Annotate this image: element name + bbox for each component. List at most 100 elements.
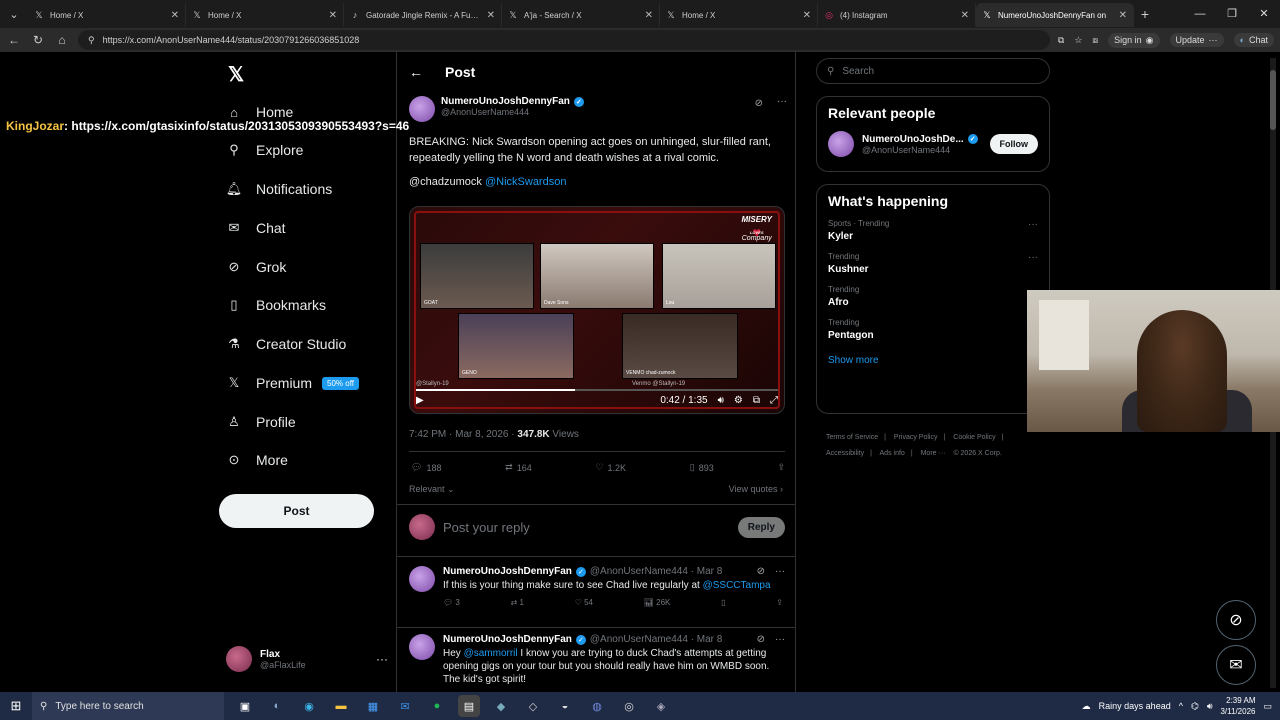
browser-tab[interactable]: ♪ Gatorade Jingle Remix - A Fun Tw ✕ <box>344 3 502 27</box>
task-view-icon[interactable]: ▣ <box>234 695 256 717</box>
grok-icon[interactable]: ⊘ <box>757 566 765 577</box>
nav-grok[interactable]: ⊘ Grok <box>226 259 287 275</box>
windows-start-icon[interactable]: ⊞ <box>0 698 32 714</box>
avatar[interactable] <box>409 96 435 122</box>
nav-home[interactable]: ⌂ Home <box>226 104 293 120</box>
nav-bookmarks[interactable]: ▯ Bookmarks <box>226 297 326 313</box>
file-explorer-icon[interactable]: ▬ <box>330 695 352 717</box>
notification-icon[interactable]: ▭ <box>1263 701 1272 712</box>
mail-app-icon[interactable]: ✉ <box>394 695 416 717</box>
browser-tab-active[interactable]: 𝕏 NumeroUnoJoshDennyFan on ✕ <box>976 3 1134 27</box>
nav-chat[interactable]: ✉ Chat <box>226 220 286 236</box>
views-action[interactable]: 📊︎ 26K <box>644 598 671 607</box>
update-button[interactable]: Update ··· <box>1169 33 1224 47</box>
reply-item[interactable]: NumeroUnoJoshDennyFan ✓ @AnonUserName444 ·… <box>409 566 785 607</box>
share-icon[interactable]: ⇪ <box>776 598 783 607</box>
avatar[interactable] <box>409 566 435 592</box>
more-icon[interactable]: ··· <box>775 634 785 645</box>
copilot-icon[interactable]: ◐ <box>266 695 288 717</box>
trend-item[interactable]: Trending Pentagon <box>828 318 1038 341</box>
favorite-star-icon[interactable]: ☆ <box>1074 35 1082 46</box>
home-icon[interactable]: ⌂ <box>54 33 70 47</box>
more-icon[interactable]: ··· <box>1028 252 1038 263</box>
share-icon[interactable]: ⇪ <box>777 462 785 473</box>
tab-menu-button[interactable]: ⌄ <box>0 0 28 28</box>
nav-explore[interactable]: ⚲ Explore <box>226 142 303 158</box>
browser-tab[interactable]: 𝕏 A'ja - Search / X ✕ <box>502 3 660 27</box>
nav-creator-studio[interactable]: ⚗ Creator Studio <box>226 336 346 352</box>
notepad-icon[interactable]: ▤ <box>458 695 480 717</box>
reply-button[interactable]: Reply <box>737 516 785 538</box>
nav-premium[interactable]: 𝕏 Premium 50% off <box>226 375 359 391</box>
mention-link[interactable]: @sammorril <box>464 648 518 659</box>
post-button[interactable]: Post <box>219 494 374 528</box>
discord-icon[interactable]: ◍ <box>586 695 608 717</box>
app-icon[interactable]: ◒ <box>554 695 576 717</box>
account-switcher[interactable]: Flax @aFlaxLife ··· <box>226 646 388 672</box>
bookmark-action[interactable]: ▯ 893 <box>690 462 714 473</box>
pip-icon[interactable]: ⧉ <box>753 395 760 406</box>
collections-icon[interactable]: ⧈ <box>1092 35 1098 46</box>
network-icon[interactable]: ⌬ <box>1191 701 1199 712</box>
obs-icon[interactable]: ◎ <box>618 695 640 717</box>
reply-action[interactable]: 💬︎ 188 <box>411 462 441 473</box>
back-arrow-icon[interactable]: ← <box>409 64 423 80</box>
taskbar-search[interactable]: ⚲ Type here to search <box>32 692 224 720</box>
avatar[interactable] <box>409 634 435 660</box>
close-icon[interactable]: ✕ <box>329 10 337 21</box>
sign-in-button[interactable]: Sign in ◉ <box>1108 32 1160 48</box>
window-close-button[interactable]: ✕ <box>1248 0 1280 28</box>
edge-icon[interactable]: ◉ <box>298 695 320 717</box>
close-icon[interactable]: ✕ <box>961 10 969 21</box>
chevron-up-icon[interactable]: ^ <box>1179 701 1183 711</box>
new-tab-button[interactable]: + <box>1134 6 1156 22</box>
copilot-chat-button[interactable]: ◐ Chat <box>1233 33 1274 47</box>
browser-tab[interactable]: 𝕏 Home / X ✕ <box>660 3 818 27</box>
close-icon[interactable]: ✕ <box>645 10 653 21</box>
sort-dropdown[interactable]: Relevant ⌄ <box>409 484 455 495</box>
clock[interactable]: 2:39 AM 3/11/2026 <box>1220 695 1255 717</box>
mention-link[interactable]: @NickSwardson <box>485 176 566 188</box>
store-icon[interactable]: ▦ <box>362 695 384 717</box>
more-icon[interactable]: ··· <box>376 652 388 666</box>
browser-tab[interactable]: 𝕏 Home / X ✕ <box>186 3 344 27</box>
avatar[interactable] <box>828 131 854 157</box>
repost-action[interactable]: ⇄ 1 <box>511 598 524 607</box>
back-icon[interactable]: ← <box>6 33 22 47</box>
volume-icon[interactable]: 🔊︎ <box>718 395 724 406</box>
grok-fab-button[interactable]: ⊘ <box>1216 600 1256 640</box>
more-icon[interactable]: ··· <box>775 566 785 577</box>
grok-icon[interactable]: ⊘ <box>757 634 765 645</box>
more-icon[interactable]: ··· <box>777 96 787 122</box>
play-icon[interactable]: ▶ <box>416 395 424 406</box>
video-player[interactable]: MISERY ♥ LOVES Company GOAT Dave Sons Lo… <box>409 206 785 414</box>
refresh-icon[interactable]: ↻ <box>30 33 46 47</box>
like-action[interactable]: ♡ 1.2K <box>595 462 626 473</box>
app-icon[interactable]: ◆ <box>490 695 512 717</box>
repost-action[interactable]: ⇄ 164 <box>505 462 532 473</box>
trend-item[interactable]: Sports · Trending Kyler ··· <box>828 219 1038 242</box>
minimize-button[interactable]: — <box>1184 0 1216 28</box>
grok-icon[interactable]: ⊘ <box>755 98 763 122</box>
url-field[interactable]: ⚲ https://x.com/AnonUserName444/status/2… <box>78 30 1050 50</box>
close-icon[interactable]: ✕ <box>171 10 179 21</box>
app-icon[interactable]: ◈ <box>650 695 672 717</box>
extensions-icon[interactable]: ⧉ <box>1058 35 1064 46</box>
messages-fab-button[interactable]: ✉ <box>1216 645 1256 685</box>
like-action[interactable]: ♡ 54 <box>575 598 593 607</box>
browser-tab[interactable]: 𝕏 Home / X ✕ <box>28 3 186 27</box>
bookmark-icon[interactable]: ▯ <box>721 598 725 607</box>
x-logo-icon[interactable]: 𝕏 <box>228 62 244 87</box>
search-input[interactable]: ⚲ Search <box>816 58 1050 84</box>
volume-icon[interactable]: 🔊︎ <box>1207 701 1213 712</box>
weather-icon[interactable]: ☁ <box>1082 701 1091 712</box>
close-icon[interactable]: ✕ <box>1119 10 1127 21</box>
settings-icon[interactable]: ⚙ <box>734 395 743 406</box>
fullscreen-icon[interactable]: ⤢ <box>770 395 778 406</box>
trend-item[interactable]: Trending Kushner ··· <box>828 252 1038 275</box>
more-icon[interactable]: ··· <box>1028 219 1038 230</box>
trend-item[interactable]: Trending Afro <box>828 285 1038 308</box>
spotify-icon[interactable]: ● <box>426 695 448 717</box>
mention-link[interactable]: @chadzumock <box>409 176 482 188</box>
nav-more[interactable]: ⊙ More <box>226 452 288 468</box>
